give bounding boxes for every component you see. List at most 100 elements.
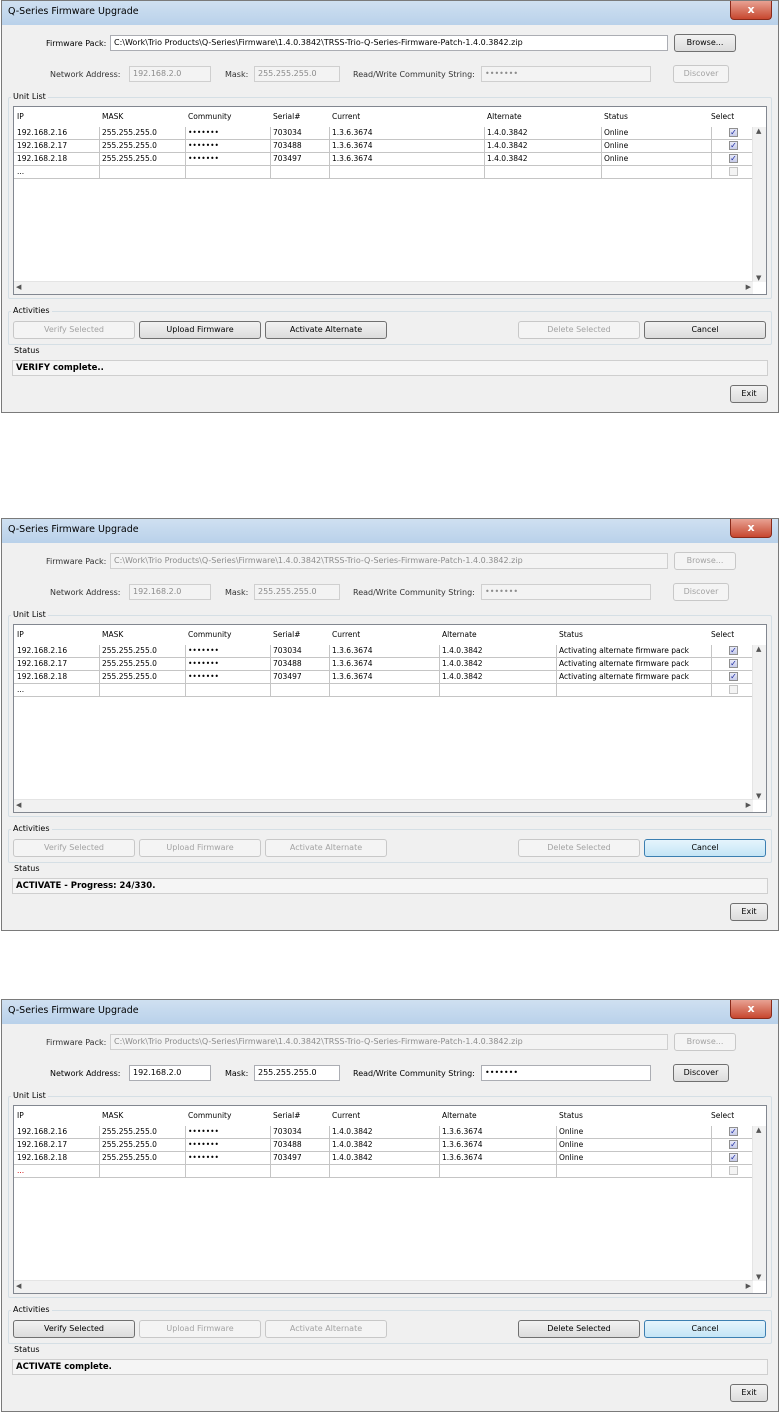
verify-selected-button[interactable]: Verify Selected	[13, 1320, 135, 1338]
discover-button[interactable]: Discover	[673, 65, 729, 83]
close-button[interactable]: x	[730, 1000, 772, 1019]
select-checkbox[interactable]	[729, 167, 738, 176]
exit-button[interactable]: Exit	[730, 1384, 768, 1402]
table-row[interactable]: 192.168.2.18 255.255.255.0 ••••••• 70349…	[14, 671, 752, 684]
select-checkbox[interactable]	[729, 1166, 738, 1175]
firmware-pack-field[interactable]: C:\Work\Trio Products\Q-Series\Firmware\…	[110, 1034, 668, 1050]
column-header[interactable]: Community	[188, 630, 231, 639]
horizontal-scrollbar[interactable]: ◀ ▶	[14, 799, 753, 812]
column-header[interactable]: Alternate	[442, 1111, 477, 1120]
column-header[interactable]: Select	[711, 112, 734, 121]
table-row-new[interactable]: ...	[14, 166, 752, 179]
network-address-field[interactable]: 192.168.2.0	[129, 584, 211, 600]
column-header[interactable]: Status	[604, 112, 628, 121]
delete-selected-button[interactable]: Delete Selected	[518, 1320, 640, 1338]
community-string-field[interactable]: •••••••	[481, 66, 651, 82]
column-header[interactable]: Status	[559, 1111, 583, 1120]
column-header[interactable]: Select	[711, 1111, 734, 1120]
column-header[interactable]: Select	[711, 630, 734, 639]
close-button[interactable]: x	[730, 519, 772, 538]
column-header[interactable]: Community	[188, 1111, 231, 1120]
table-row[interactable]: 192.168.2.18 255.255.255.0 ••••••• 70349…	[14, 1152, 752, 1165]
activate-alternate-button[interactable]: Activate Alternate	[265, 1320, 387, 1338]
verify-selected-button[interactable]: Verify Selected	[13, 839, 135, 857]
community-string-field[interactable]: •••••••	[481, 584, 651, 600]
table-row[interactable]: 192.168.2.18 255.255.255.0 ••••••• 70349…	[14, 153, 752, 166]
column-header[interactable]: Current	[332, 1111, 360, 1120]
select-checkbox[interactable]: ✓	[729, 646, 738, 655]
scroll-down-icon[interactable]: ▼	[756, 792, 761, 800]
discover-button[interactable]: Discover	[673, 583, 729, 601]
scroll-down-icon[interactable]: ▼	[756, 274, 761, 282]
table-row[interactable]: 192.168.2.17 255.255.255.0 ••••••• 70348…	[14, 140, 752, 153]
select-checkbox[interactable]: ✓	[729, 1127, 738, 1136]
network-address-field[interactable]: 192.168.2.0	[129, 66, 211, 82]
scroll-left-icon[interactable]: ◀	[16, 1282, 21, 1290]
upload-firmware-button[interactable]: Upload Firmware	[139, 1320, 261, 1338]
column-header[interactable]: Serial#	[273, 112, 301, 121]
scroll-left-icon[interactable]: ◀	[16, 801, 21, 809]
column-header[interactable]: Current	[332, 112, 360, 121]
scroll-right-icon[interactable]: ▶	[746, 1282, 751, 1290]
browse-button[interactable]: Browse...	[674, 1033, 736, 1051]
cancel-button[interactable]: Cancel	[644, 839, 766, 857]
scroll-down-icon[interactable]: ▼	[756, 1273, 761, 1281]
exit-button[interactable]: Exit	[730, 385, 768, 403]
table-row[interactable]: 192.168.2.16 255.255.255.0 ••••••• 70303…	[14, 645, 752, 658]
select-checkbox[interactable]: ✓	[729, 128, 738, 137]
activate-alternate-button[interactable]: Activate Alternate	[265, 321, 387, 339]
scroll-right-icon[interactable]: ▶	[746, 283, 751, 291]
scroll-left-icon[interactable]: ◀	[16, 283, 21, 291]
scroll-up-icon[interactable]: ▲	[756, 645, 761, 653]
scroll-right-icon[interactable]: ▶	[746, 801, 751, 809]
scroll-up-icon[interactable]: ▲	[756, 127, 761, 135]
select-checkbox[interactable]: ✓	[729, 1153, 738, 1162]
discover-button[interactable]: Discover	[673, 1064, 729, 1082]
mask-field[interactable]: 255.255.255.0	[254, 1065, 340, 1081]
network-address-field[interactable]: 192.168.2.0	[129, 1065, 211, 1081]
column-header[interactable]: Alternate	[442, 630, 477, 639]
column-header[interactable]: IP	[17, 630, 24, 639]
community-string-field[interactable]: •••••••	[481, 1065, 651, 1081]
column-header[interactable]: Community	[188, 112, 231, 121]
column-header[interactable]: MASK	[102, 112, 123, 121]
column-header[interactable]: Serial#	[273, 630, 301, 639]
column-header[interactable]: Serial#	[273, 1111, 301, 1120]
horizontal-scrollbar[interactable]: ◀ ▶	[14, 281, 753, 294]
column-header[interactable]: MASK	[102, 1111, 123, 1120]
select-checkbox[interactable]	[729, 685, 738, 694]
delete-selected-button[interactable]: Delete Selected	[518, 839, 640, 857]
browse-button[interactable]: Browse...	[674, 34, 736, 52]
firmware-pack-field[interactable]: C:\Work\Trio Products\Q-Series\Firmware\…	[110, 35, 668, 51]
column-header[interactable]: IP	[17, 1111, 24, 1120]
cancel-button[interactable]: Cancel	[644, 1320, 766, 1338]
mask-field[interactable]: 255.255.255.0	[254, 584, 340, 600]
close-button[interactable]: x	[730, 1, 772, 20]
column-header[interactable]: Status	[559, 630, 583, 639]
scroll-up-icon[interactable]: ▲	[756, 1126, 761, 1134]
select-checkbox[interactable]: ✓	[729, 141, 738, 150]
horizontal-scrollbar[interactable]: ◀ ▶	[14, 1280, 753, 1293]
cancel-button[interactable]: Cancel	[644, 321, 766, 339]
table-row[interactable]: 192.168.2.16 255.255.255.0 ••••••• 70303…	[14, 1126, 752, 1139]
table-row-new[interactable]: ...	[14, 1165, 752, 1178]
select-checkbox[interactable]: ✓	[729, 672, 738, 681]
vertical-scrollbar[interactable]: ▲ ▼	[752, 127, 766, 282]
table-row[interactable]: 192.168.2.16 255.255.255.0 ••••••• 70303…	[14, 127, 752, 140]
activate-alternate-button[interactable]: Activate Alternate	[265, 839, 387, 857]
select-checkbox[interactable]: ✓	[729, 1140, 738, 1149]
mask-field[interactable]: 255.255.255.0	[254, 66, 340, 82]
column-header[interactable]: Alternate	[487, 112, 522, 121]
column-header[interactable]: IP	[17, 112, 24, 121]
column-header[interactable]: Current	[332, 630, 360, 639]
delete-selected-button[interactable]: Delete Selected	[518, 321, 640, 339]
column-header[interactable]: MASK	[102, 630, 123, 639]
table-row[interactable]: 192.168.2.17 255.255.255.0 ••••••• 70348…	[14, 658, 752, 671]
table-row-new[interactable]: ...	[14, 684, 752, 697]
upload-firmware-button[interactable]: Upload Firmware	[139, 839, 261, 857]
select-checkbox[interactable]: ✓	[729, 659, 738, 668]
vertical-scrollbar[interactable]: ▲ ▼	[752, 1126, 766, 1281]
table-row[interactable]: 192.168.2.17 255.255.255.0 ••••••• 70348…	[14, 1139, 752, 1152]
exit-button[interactable]: Exit	[730, 903, 768, 921]
browse-button[interactable]: Browse...	[674, 552, 736, 570]
